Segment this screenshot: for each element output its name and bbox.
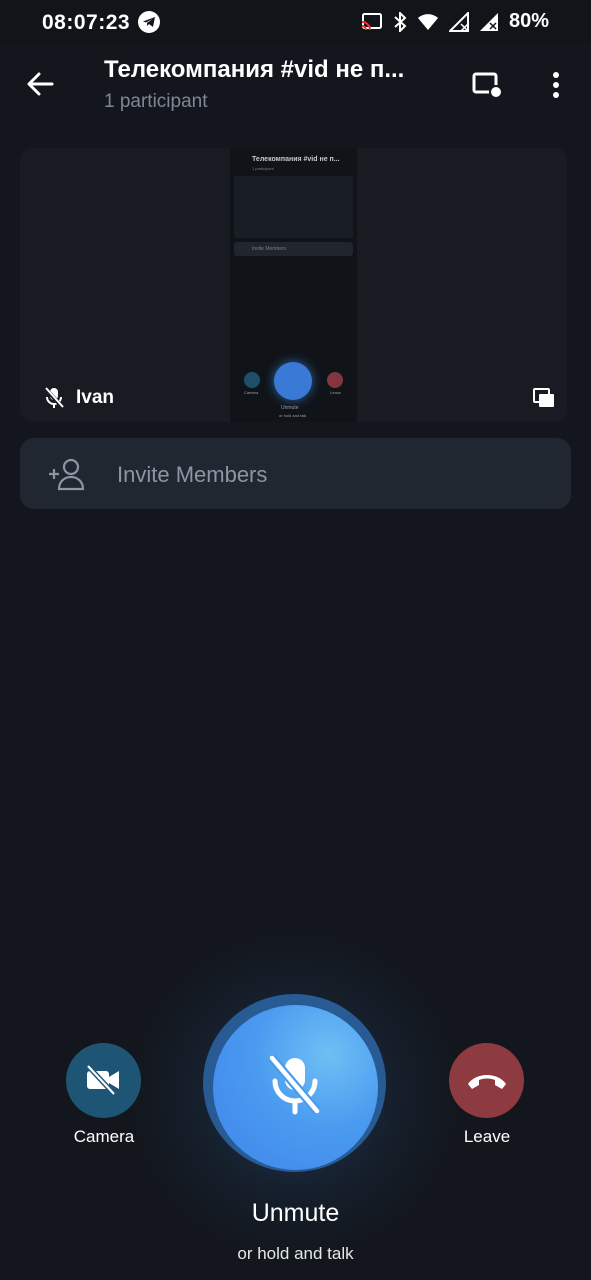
back-arrow-icon bbox=[27, 72, 54, 96]
screen-share-button[interactable] bbox=[470, 68, 504, 102]
preview-leave-button bbox=[327, 372, 343, 388]
participant-name: Ivan bbox=[76, 387, 115, 408]
signal-icon bbox=[448, 11, 469, 32]
wifi-icon bbox=[417, 13, 438, 30]
participant-count: 1 participant bbox=[104, 91, 208, 112]
screen-share-icon bbox=[472, 72, 503, 99]
camera-toggle-button[interactable] bbox=[66, 1043, 141, 1118]
preview-video-tile bbox=[234, 176, 353, 238]
back-button[interactable] bbox=[22, 66, 58, 102]
preview-unmute-label: Unmute bbox=[281, 405, 299, 411]
battery-icon bbox=[479, 12, 498, 31]
screen-share-preview: Телекомпания #vid не п... 1 participant … bbox=[230, 148, 357, 422]
leave-label: Leave bbox=[463, 1127, 511, 1146]
unmute-label: Unmute bbox=[251, 1199, 340, 1227]
preview-invite: Invite Members bbox=[234, 242, 353, 256]
battery-percent: 80% bbox=[508, 10, 549, 32]
status-bar: 08:07:23 80% bbox=[0, 0, 591, 44]
preview-subtitle: 1 participant bbox=[252, 166, 274, 171]
mic-off-icon bbox=[268, 1055, 321, 1115]
call-title: Телекомпания #vid не п... bbox=[104, 56, 405, 83]
muted-mic-icon bbox=[44, 387, 64, 409]
invite-members-label: Invite Members bbox=[117, 462, 268, 487]
more-vertical-icon bbox=[553, 72, 559, 98]
leave-call-button[interactable] bbox=[449, 1043, 524, 1118]
camera-off-icon bbox=[86, 1065, 119, 1095]
tile-participant: Ivan bbox=[44, 387, 114, 409]
invite-members-button[interactable]: Invite Members bbox=[20, 438, 571, 509]
hold-to-talk-hint: or hold and talk bbox=[237, 1244, 354, 1263]
expand-video-button[interactable] bbox=[533, 388, 555, 408]
preview-camera-label: Camera bbox=[244, 390, 259, 395]
preview-mic-button bbox=[274, 362, 312, 400]
preview-camera-button bbox=[244, 372, 260, 388]
hang-up-icon bbox=[468, 1075, 506, 1089]
fullscreen-icon bbox=[533, 388, 554, 407]
preview-leave-label: Leave bbox=[330, 390, 341, 395]
bluetooth-icon bbox=[394, 11, 407, 32]
more-options-button[interactable] bbox=[544, 66, 568, 104]
telegram-icon bbox=[138, 11, 160, 33]
cast-icon bbox=[361, 12, 382, 30]
participant-video-tile[interactable]: Телекомпания #vid не п... 1 participant … bbox=[20, 148, 567, 422]
status-icons: 80% bbox=[361, 10, 549, 33]
preview-hold-label: or hold and talk bbox=[279, 413, 307, 418]
camera-label: Camera bbox=[73, 1127, 135, 1146]
unmute-button[interactable] bbox=[213, 1005, 378, 1170]
call-header: Телекомпания #vid не п... 1 participant bbox=[0, 44, 591, 134]
preview-title: Телекомпания #vid не п... bbox=[252, 156, 340, 163]
status-time: 08:07:23 bbox=[42, 11, 131, 34]
add-user-icon bbox=[49, 458, 85, 491]
